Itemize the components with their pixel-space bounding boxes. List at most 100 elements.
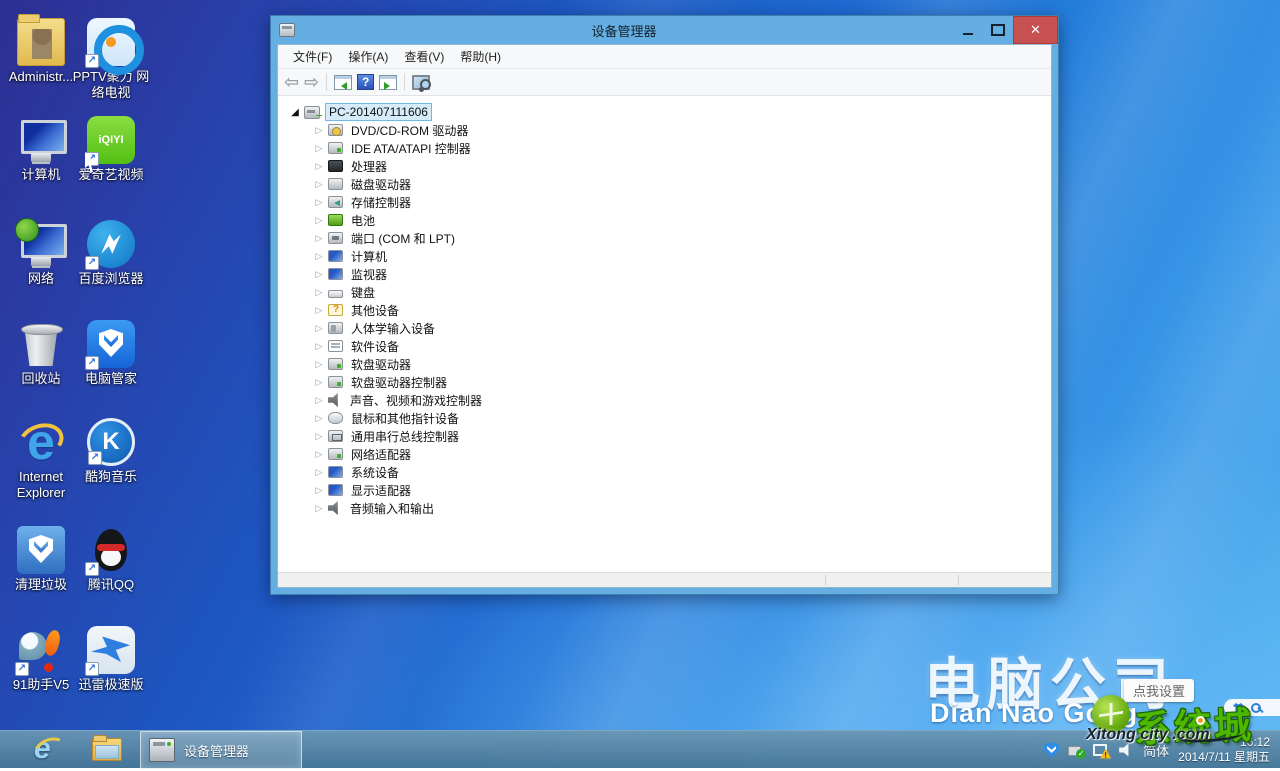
shortcut-arrow-icon bbox=[88, 451, 102, 465]
desktop-icon-qq[interactable]: 腾讯QQ bbox=[72, 526, 150, 593]
expand-chevron-icon[interactable]: ▷ bbox=[314, 125, 324, 136]
expand-chevron-icon[interactable]: ▷ bbox=[314, 431, 324, 442]
logo-dot-icon bbox=[1196, 716, 1205, 725]
desktop-icon-pc-manager[interactable]: 电脑管家 bbox=[72, 320, 150, 387]
tree-item-label: 网络适配器 bbox=[348, 445, 414, 464]
desktop-icon-network[interactable]: 网络 bbox=[2, 220, 80, 287]
tree-item[interactable]: ▷显示适配器 bbox=[278, 481, 1051, 499]
menu-item-3[interactable]: 帮助(H) bbox=[453, 45, 508, 68]
qq-detail-icon bbox=[97, 544, 125, 551]
software-icon bbox=[328, 340, 343, 352]
desktop-icon-folder-user[interactable]: Administr... bbox=[2, 18, 80, 85]
menu-item-1[interactable]: 操作(A) bbox=[341, 45, 395, 68]
desktop-icon-xunlei[interactable]: 迅雷极速版 bbox=[72, 626, 150, 693]
menu-item-0[interactable]: 文件(F) bbox=[286, 45, 339, 68]
expand-chevron-icon[interactable]: ▷ bbox=[314, 215, 324, 226]
tree-item[interactable]: ▷监视器 bbox=[278, 265, 1051, 283]
ie-glyph: e bbox=[17, 418, 65, 466]
tree-item[interactable]: ▷其他设备 bbox=[278, 301, 1051, 319]
expand-chevron-icon[interactable]: ▷ bbox=[314, 395, 324, 406]
monitor-icon bbox=[328, 268, 343, 280]
expand-chevron-icon[interactable]: ▷ bbox=[314, 467, 324, 478]
expand-chevron-icon[interactable]: ▷ bbox=[314, 287, 324, 298]
tree-item[interactable]: ▷ 软盘驱动器控制器 bbox=[278, 373, 1051, 391]
tree-item[interactable]: ▷声音、视频和游戏控制器 bbox=[278, 391, 1051, 409]
tree-item[interactable]: ▷ 系统设备 bbox=[278, 463, 1051, 481]
collapse-expander-icon[interactable]: ◢ bbox=[290, 107, 300, 118]
maximize-button[interactable] bbox=[983, 16, 1013, 44]
back-icon[interactable]: ⇦ bbox=[284, 73, 299, 91]
tree-item-label: 处理器 bbox=[348, 157, 390, 176]
desktop-icon-baidu[interactable]: 百度浏览器 bbox=[72, 220, 150, 287]
help-icon[interactable]: ? bbox=[357, 74, 374, 90]
expand-chevron-icon[interactable]: ▷ bbox=[314, 503, 324, 514]
tree-root-node[interactable]: ◢PC-201407111606 bbox=[278, 103, 1051, 121]
minimize-button[interactable] bbox=[953, 16, 983, 44]
desktop-icon-ie[interactable]: eInternet Explorer bbox=[2, 418, 80, 500]
expand-chevron-icon[interactable]: ▷ bbox=[314, 449, 324, 460]
expand-chevron-icon[interactable]: ▷ bbox=[314, 485, 324, 496]
battery-icon bbox=[328, 214, 343, 226]
tree-item[interactable]: ▷ 处理器 bbox=[278, 157, 1051, 175]
tree-item[interactable]: ▷存储控制器 bbox=[278, 193, 1051, 211]
desktop-icon-label: 百度浏览器 bbox=[72, 271, 150, 287]
close-button[interactable] bbox=[1013, 16, 1058, 44]
tree-item[interactable]: ▷电池 bbox=[278, 211, 1051, 229]
expand-chevron-icon[interactable]: ▷ bbox=[314, 233, 324, 244]
port-icon bbox=[328, 232, 343, 244]
desktop-icon-pptv[interactable]: PPTV聚力 网络电视 bbox=[72, 18, 150, 100]
desktop-icon-iqiyi[interactable]: iQIYI爱奇艺视频 bbox=[72, 116, 150, 183]
tree-item[interactable]: ▷键盘 bbox=[278, 283, 1051, 301]
menu-item-2[interactable]: 查看(V) bbox=[397, 45, 451, 68]
expand-chevron-icon[interactable]: ▷ bbox=[314, 161, 324, 172]
expand-chevron-icon[interactable]: ▷ bbox=[314, 359, 324, 370]
action-pane-icon[interactable] bbox=[379, 75, 397, 90]
scan-hardware-icon[interactable] bbox=[412, 74, 431, 90]
desktop-icon-assistant91[interactable]: 91助手V5 bbox=[2, 626, 80, 693]
tree-item[interactable]: ▷IDE ATA/ATAPI 控制器 bbox=[278, 139, 1051, 157]
expand-chevron-icon[interactable]: ▷ bbox=[314, 305, 324, 316]
hid-icon bbox=[328, 322, 343, 334]
tree-item[interactable]: ▷通用串行总线控制器 bbox=[278, 427, 1051, 445]
desktop-icon-label: 回收站 bbox=[2, 371, 80, 387]
tree-item[interactable]: ▷鼠标和其他指针设备 bbox=[278, 409, 1051, 427]
expand-chevron-icon[interactable]: ▷ bbox=[314, 143, 324, 154]
expand-chevron-icon[interactable]: ▷ bbox=[314, 269, 324, 280]
tree-item[interactable]: ▷ 网络适配器 bbox=[278, 445, 1051, 463]
tree-item[interactable]: ▷音频输入和输出 bbox=[278, 499, 1051, 517]
desktop-icon-computer[interactable]: 计算机 bbox=[2, 116, 80, 183]
sound-icon bbox=[328, 393, 342, 407]
network-icon bbox=[17, 220, 65, 268]
audio-icon bbox=[328, 501, 342, 515]
taskbar-ie-icon[interactable]: e bbox=[34, 735, 64, 765]
tree-item[interactable]: ▷磁盘驱动器 bbox=[278, 175, 1051, 193]
expand-chevron-icon[interactable]: ▷ bbox=[314, 323, 324, 334]
pc-manager-tray-icon[interactable] bbox=[1044, 742, 1059, 758]
desktop-icon-cleanup[interactable]: 清理垃圾 bbox=[2, 526, 80, 593]
forward-icon[interactable]: ⇨ bbox=[304, 73, 319, 91]
tree-item[interactable]: ▷软件设备 bbox=[278, 337, 1051, 355]
expand-chevron-icon[interactable]: ▷ bbox=[314, 413, 324, 424]
usb-device-tray-icon[interactable] bbox=[1068, 743, 1084, 757]
expand-chevron-icon[interactable]: ▷ bbox=[314, 341, 324, 352]
expand-chevron-icon[interactable]: ▷ bbox=[314, 251, 324, 262]
desktop-icon-recycle[interactable]: 回收站 bbox=[2, 320, 80, 387]
expand-chevron-icon[interactable]: ▷ bbox=[314, 179, 324, 190]
expand-chevron-icon[interactable]: ▷ bbox=[314, 377, 324, 388]
taskbar-device-manager-button[interactable]: 设备管理器 bbox=[140, 731, 302, 769]
tree-item[interactable]: ▷计算机 bbox=[278, 247, 1051, 265]
volume-tray-icon[interactable] bbox=[1119, 743, 1134, 757]
desktop-icon-kugou[interactable]: K酷狗音乐 bbox=[72, 418, 150, 485]
network-warning-tray-icon[interactable] bbox=[1093, 743, 1110, 758]
tree-item-label: 端口 (COM 和 LPT) bbox=[348, 229, 458, 248]
window-titlebar[interactable]: 设备管理器 bbox=[271, 16, 1058, 44]
tree-item-label: 软盘驱动器控制器 bbox=[348, 373, 450, 392]
console-tree-icon[interactable] bbox=[334, 75, 352, 90]
tree-item[interactable]: ▷人体学输入设备 bbox=[278, 319, 1051, 337]
taskbar-explorer-icon[interactable] bbox=[92, 738, 122, 761]
tree-item[interactable]: ▷DVD/CD-ROM 驱动器 bbox=[278, 121, 1051, 139]
expand-chevron-icon[interactable]: ▷ bbox=[314, 197, 324, 208]
tree-item[interactable]: ▷软盘驱动器 bbox=[278, 355, 1051, 373]
tree-item[interactable]: ▷ 端口 (COM 和 LPT) bbox=[278, 229, 1051, 247]
tree-item-label: 系统设备 bbox=[348, 463, 402, 482]
